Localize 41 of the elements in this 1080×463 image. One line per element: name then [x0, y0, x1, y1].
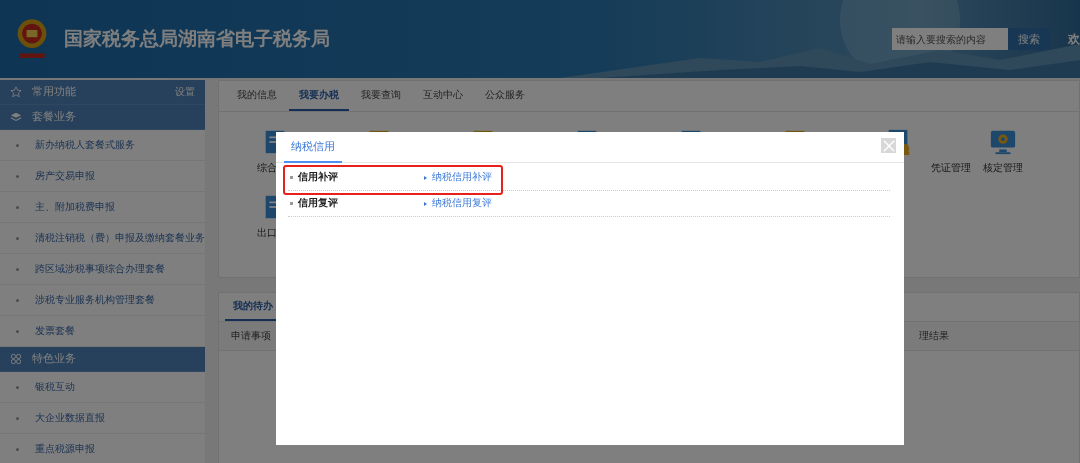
- service-link[interactable]: 纳税信用复评: [424, 197, 492, 210]
- sidebar-item[interactable]: 主、附加税费申报: [0, 192, 205, 223]
- column-header: 理结果: [919, 329, 949, 343]
- welcome-text: 欢: [1068, 30, 1080, 48]
- tile-label[interactable]: 凭证管理: [931, 162, 971, 175]
- grid-icon: [10, 353, 22, 365]
- section-title: 常用功能: [32, 85, 76, 99]
- sidebar-item[interactable]: 清税注销税（费）申报及缴纳套餐业务: [0, 223, 205, 254]
- sidebar-item[interactable]: 重点税源申报: [0, 434, 205, 463]
- service-link[interactable]: 纳税信用补评: [424, 171, 492, 184]
- sidebar-item[interactable]: 跨区域涉税事项综合办理套餐: [0, 254, 205, 285]
- stack-icon: [10, 111, 22, 123]
- search-button[interactable]: 搜索: [1008, 28, 1050, 50]
- sidebar-item[interactable]: 房产交易申报: [0, 161, 205, 192]
- column-header: 申请事项: [231, 329, 271, 343]
- section-title: 套餐业务: [32, 110, 76, 124]
- tile-label[interactable]: 核定管理: [983, 162, 1023, 175]
- dialog-tab[interactable]: 纳税信用: [284, 139, 342, 163]
- tab[interactable]: 互动中心: [413, 81, 473, 111]
- search-field[interactable]: 请输入要搜索的内容: [892, 28, 1008, 50]
- sidebar-section-header[interactable]: 特色业务: [0, 347, 205, 372]
- sidebar-item[interactable]: 银税互动: [0, 372, 205, 403]
- sidebar-section-header[interactable]: 套餐业务: [0, 105, 205, 130]
- star-icon: [10, 86, 22, 98]
- category-label: 信用复评: [288, 197, 424, 210]
- tab[interactable]: 我的信息: [227, 81, 287, 111]
- tab[interactable]: 公众服务: [475, 81, 535, 111]
- sidebar-item[interactable]: 涉税专业服务机构管理套餐: [0, 285, 205, 316]
- sidebar-item[interactable]: 新办纳税人套餐式服务: [0, 130, 205, 161]
- tab[interactable]: 我要办税: [289, 81, 349, 111]
- category-label: 信用补评: [288, 171, 424, 184]
- settings-link[interactable]: 设置: [175, 85, 195, 99]
- close-icon: [882, 139, 895, 152]
- sidebar-item[interactable]: 大企业数据直报: [0, 403, 205, 434]
- monitor-gear-icon[interactable]: [989, 128, 1017, 156]
- tile-label[interactable]: 出口: [257, 227, 277, 240]
- tab[interactable]: 我要查询: [351, 81, 411, 111]
- section-title: 特色业务: [32, 352, 76, 366]
- tile-label[interactable]: 综合: [257, 162, 277, 175]
- sidebar-section-header[interactable]: 常用功能 设置: [0, 80, 205, 105]
- site-title: 国家税务总局湖南省电子税务局: [64, 26, 330, 51]
